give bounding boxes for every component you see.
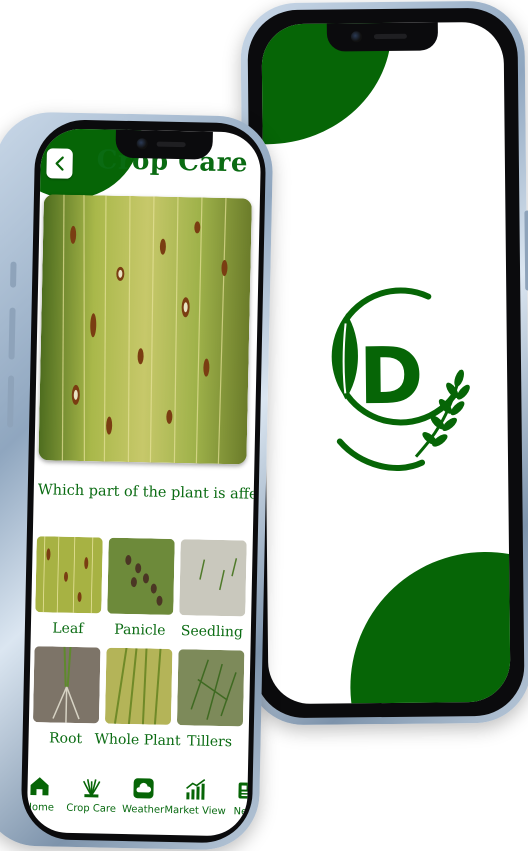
part-tile-root[interactable]: Root xyxy=(32,646,101,751)
nav-weather[interactable]: Weather xyxy=(117,770,170,831)
part-tile-tillers[interactable]: Tillers xyxy=(176,649,245,754)
nav-label: Crop Care xyxy=(66,802,117,815)
diseased-leaf-image xyxy=(38,194,252,465)
nav-label: Market View xyxy=(164,804,226,818)
mute-switch xyxy=(10,261,17,288)
volume-up-button xyxy=(8,307,16,360)
part-label: Panicle xyxy=(114,621,166,639)
tillers-thumbnail xyxy=(176,649,245,727)
plant-part-grid: Leaf Panicle Seedling Root Whole Plant T… xyxy=(32,536,247,754)
nav-market-view[interactable]: Market View xyxy=(164,771,226,832)
logo-letter: D xyxy=(358,332,424,423)
front-camera xyxy=(351,31,363,43)
leaf-thumbnail xyxy=(35,536,103,614)
volume-down-button xyxy=(7,375,15,428)
nav-home[interactable]: Home xyxy=(27,768,66,829)
phone-notch xyxy=(326,22,439,52)
splash-phone: D xyxy=(240,0,528,726)
nav-label: News xyxy=(233,806,261,818)
part-tile-whole-plant[interactable]: Whole Plant xyxy=(94,647,181,753)
earpiece-speaker xyxy=(156,141,186,148)
part-tile-seedling[interactable]: Seedling xyxy=(179,539,247,644)
nav-label: Weather xyxy=(121,803,165,816)
earpiece-speaker xyxy=(373,33,408,40)
splash-screen: D xyxy=(261,21,511,705)
home-icon xyxy=(30,777,49,796)
weather-icon xyxy=(133,778,154,799)
phone-bezel: D xyxy=(247,7,525,719)
whole-plant-thumbnail xyxy=(104,647,173,725)
part-label: Root xyxy=(48,730,83,748)
part-tile-panicle[interactable]: Panicle xyxy=(107,537,175,643)
nav-label: Home xyxy=(26,801,55,814)
bottom-navigation: Home Crop Care Weather Market View News xyxy=(27,768,262,833)
crop-care-icon xyxy=(82,779,101,798)
nav-crop-care[interactable]: Crop Care xyxy=(65,769,118,830)
phone-notch xyxy=(115,129,213,160)
front-camera xyxy=(137,138,149,150)
panicle-thumbnail xyxy=(107,537,175,615)
chevron-left-icon xyxy=(55,156,64,171)
part-label: Seedling xyxy=(180,623,244,641)
power-button xyxy=(524,210,528,291)
root-thumbnail xyxy=(32,646,101,724)
seedling-thumbnail xyxy=(179,539,247,617)
part-label: Whole Plant xyxy=(94,731,181,750)
affected-part-question: Which part of the plant is affected ? xyxy=(37,482,262,504)
back-button[interactable] xyxy=(46,148,73,179)
app-logo-icon: D xyxy=(331,287,470,471)
nav-news[interactable]: News xyxy=(221,772,262,833)
crop-care-screen: Crop Care Which part of the plant is aff… xyxy=(26,128,262,837)
part-label: Tillers xyxy=(186,733,233,751)
crop-care-phone: Crop Care Which part of the plant is aff… xyxy=(0,111,274,851)
splash-bottom-shape xyxy=(348,550,511,705)
part-label: Leaf xyxy=(52,620,84,638)
part-tile-leaf[interactable]: Leaf xyxy=(35,536,103,641)
market-view-icon xyxy=(186,779,206,800)
